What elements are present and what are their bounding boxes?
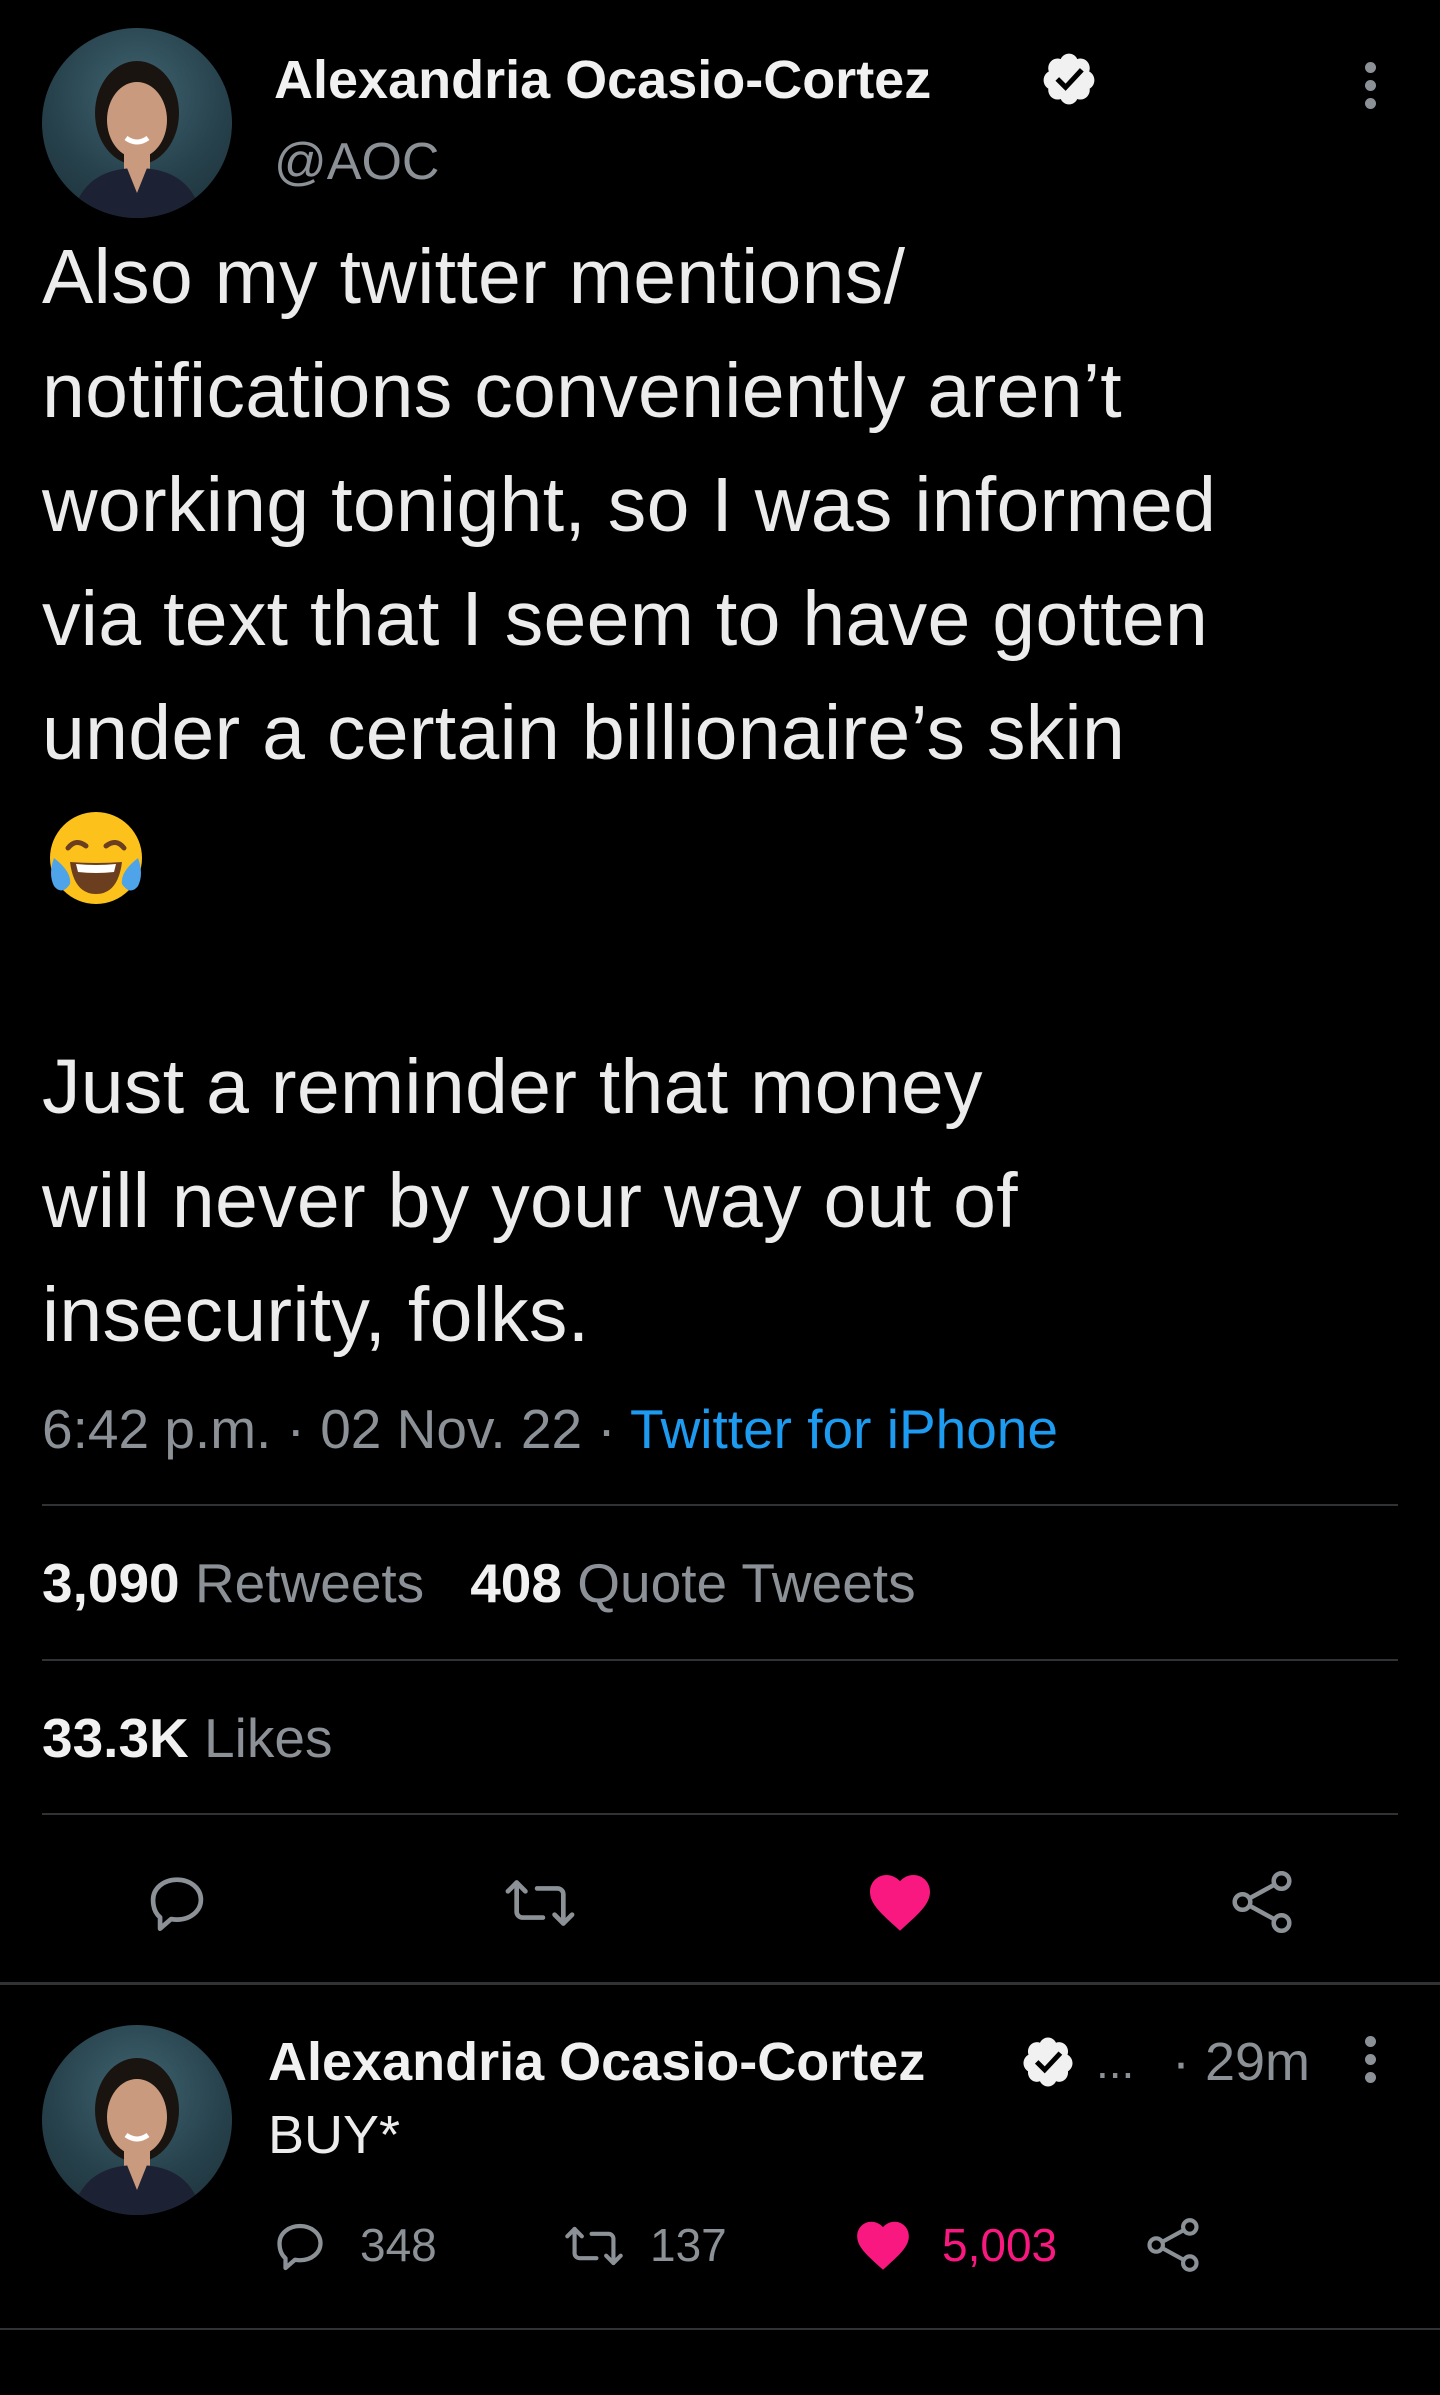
engagement-stats: 3,090 Retweets 408 Quote Tweets (42, 1548, 916, 1618)
retweet-count[interactable]: 137 (650, 2215, 727, 2275)
meta-separator: · (597, 1398, 616, 1460)
reply-timestamp[interactable]: · 29m (1172, 2026, 1310, 2098)
share-icon[interactable] (1226, 1866, 1298, 1938)
tears-of-joy-emoji-icon (46, 808, 146, 908)
divider (0, 2328, 1440, 2330)
reply-author-avatar[interactable] (42, 2025, 232, 2215)
tweet-text-line: notifications conveniently aren’t (42, 348, 1122, 434)
retweets-stat[interactable]: 3,090 Retweets (42, 1552, 424, 1614)
like-icon[interactable] (852, 2214, 914, 2276)
likes-stat[interactable]: 33.3K Likes (42, 1703, 332, 1773)
divider (42, 1659, 1398, 1661)
author-avatar[interactable] (42, 28, 232, 218)
verified-badge-icon (1040, 50, 1098, 108)
quote-tweets-stat[interactable]: 408 Quote Tweets (470, 1552, 915, 1614)
truncated-handle[interactable]: ... (1096, 2026, 1134, 2098)
retweet-icon[interactable] (498, 1868, 582, 1938)
reply-author-name[interactable]: Alexandria Ocasio-Cortez (268, 2026, 925, 2098)
tweet-text-line: Also my twitter mentions/ (42, 234, 906, 320)
author-name[interactable]: Alexandria Ocasio-Cortez (274, 44, 931, 116)
reply-icon[interactable] (142, 1868, 212, 1938)
tweet-date[interactable]: 02 Nov. 22 (320, 1398, 582, 1460)
tweet-text-line: insecurity, folks. (42, 1272, 590, 1358)
more-options-icon[interactable] (1362, 62, 1378, 116)
tweet-text-line: via text that I seem to have gotten (42, 576, 1209, 662)
reply-text: BUY* (268, 2105, 401, 2165)
tweet-time[interactable]: 6:42 p.m. (42, 1398, 271, 1460)
avatar-image (72, 61, 202, 218)
author-handle[interactable]: @AOC (274, 128, 439, 196)
section-divider (0, 1982, 1440, 1985)
verified-badge-icon (1020, 2034, 1076, 2090)
reply-count[interactable]: 348 (360, 2215, 437, 2275)
tweet-text-line: Just a reminder that money (42, 1044, 983, 1130)
more-options-icon[interactable] (1362, 2036, 1378, 2090)
retweet-icon[interactable] (560, 2216, 628, 2276)
tweet-text-line: will never by your way out of (42, 1158, 1018, 1244)
tweet-source-link[interactable]: Twitter for iPhone (630, 1398, 1058, 1460)
like-icon[interactable] (864, 1866, 936, 1938)
tweet-text-line: working tonight, so I was informed (42, 462, 1217, 548)
divider (42, 1813, 1398, 1815)
divider (42, 1504, 1398, 1506)
like-count[interactable]: 5,003 (942, 2215, 1057, 2275)
tweet-text-line: under a certain billionaire’s skin (42, 690, 1126, 776)
share-icon[interactable] (1142, 2214, 1204, 2276)
tweet-meta: 6:42 p.m. · 02 Nov. 22 · Twitter for iPh… (42, 1394, 1058, 1464)
meta-separator: · (286, 1398, 305, 1460)
reply-icon[interactable] (270, 2216, 330, 2276)
avatar-image (72, 2058, 202, 2215)
